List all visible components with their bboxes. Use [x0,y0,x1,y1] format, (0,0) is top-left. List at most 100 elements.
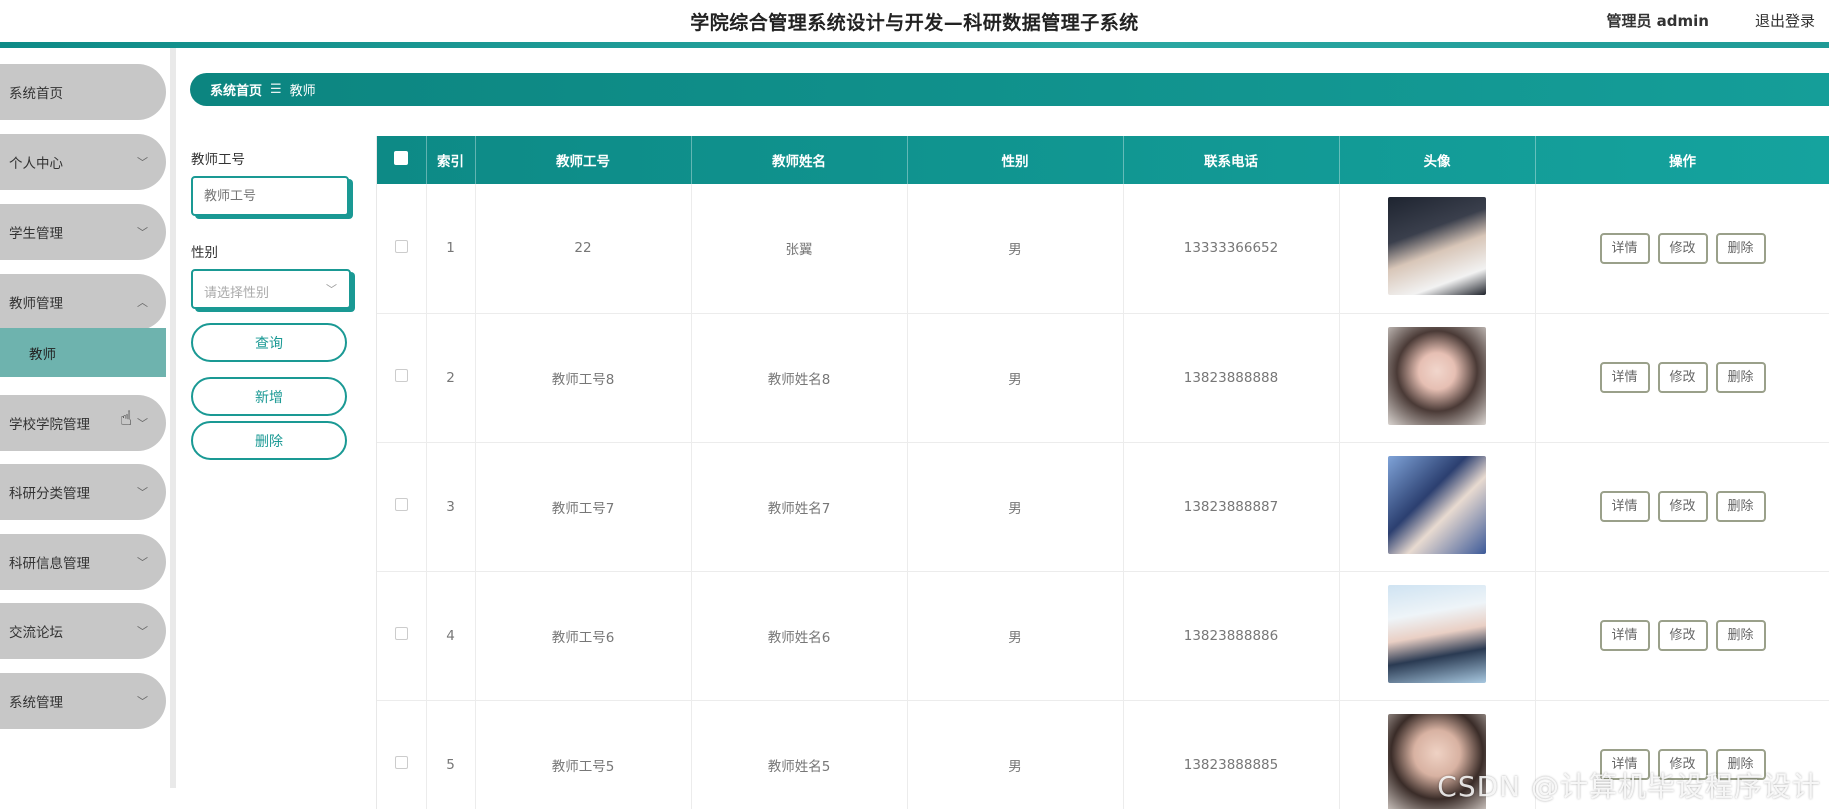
chevron-down-icon: ﹀ [137,695,148,708]
sidebar-subitem-label: 教师 [29,346,56,363]
cell-teacher-id: 教师工号6 [475,571,692,701]
logout-link[interactable]: 退出登录 [1755,10,1815,31]
cell-phone: 13823888887 [1123,442,1340,572]
sidebar-item-research-category[interactable]: 科研分类管理 ﹀ [0,464,166,520]
table-row: 4 教师工号6 教师姓名6 男 13823888886 详情 修改 删除 [377,571,1829,701]
cell-index: 2 [426,313,476,443]
avatar [1388,326,1486,425]
cell-phone: 13823888888 [1123,313,1340,443]
edit-button[interactable]: 修改 [1657,232,1708,264]
add-button[interactable]: 新增 [191,377,347,416]
cell-index: 1 [426,184,476,314]
cell-teacher-name: 教师姓名7 [691,442,908,572]
sidebar-item-label: 教师管理 [9,296,63,312]
sidebar-subitem-teacher[interactable]: 教师 [0,328,166,377]
current-user: 管理员 admin [1606,12,1709,30]
sidebar-item-personal-center[interactable]: 个人中心 ﹀ [0,134,166,190]
cell-teacher-id: 教师工号5 [475,700,692,809]
cell-teacher-name: 教师姓名6 [691,571,908,701]
sidebar-item-teacher-management[interactable]: 教师管理 ︿ [0,274,166,330]
cell-phone: 13333366652 [1123,184,1340,314]
sidebar-item-research-info[interactable]: 科研信息管理 ﹀ [0,534,166,590]
table-row: 3 教师工号7 教师姓名7 男 13823888887 详情 修改 删除 [377,442,1829,572]
cell-gender: 男 [907,313,1124,443]
sidebar-divider [170,48,176,788]
cell-index: 3 [426,442,476,572]
row-checkbox[interactable] [394,627,408,640]
detail-button[interactable]: 详情 [1599,232,1650,264]
breadcrumb-home[interactable]: 系统首页 [210,80,262,99]
menu-icon: ☰ [270,82,282,97]
chevron-down-icon: ﹀ [326,283,337,296]
edit-button[interactable]: 修改 [1657,491,1708,522]
select-all-checkbox[interactable] [394,151,409,165]
teacher-id-label: 教师工号 [191,152,245,168]
avatar [1388,197,1486,296]
cell-gender: 男 [907,571,1124,701]
column-header-gender: 性别 [907,136,1124,184]
header-accent-bar [0,42,1829,48]
cell-index: 5 [426,700,476,809]
detail-button[interactable]: 详情 [1599,620,1650,651]
row-checkbox[interactable] [394,756,408,769]
cell-teacher-id: 教师工号7 [475,442,692,572]
column-header-phone: 联系电话 [1123,136,1340,184]
column-header-avatar: 头像 [1339,136,1536,184]
hand-cursor-icon: ☝ [120,406,133,430]
table-header-row: 索引 教师工号 教师姓名 性别 联系电话 头像 操作 [377,136,1829,184]
cell-teacher-name: 张翼 [691,184,908,314]
edit-button[interactable]: 修改 [1657,362,1708,393]
app-title: 学院综合管理系统设计与开发—科研数据管理子系统 [690,12,1139,34]
breadcrumb: 系统首页 ☰ 教师 [190,73,1829,106]
cell-gender: 男 [907,700,1124,809]
row-checkbox[interactable] [394,498,408,511]
top-header: 学院综合管理系统设计与开发—科研数据管理子系统 管理员 admin 退出登录 [0,0,1829,42]
cell-teacher-name: 教师姓名5 [691,700,908,809]
column-header-actions: 操作 [1535,136,1829,184]
sidebar-item-label: 科研信息管理 [9,556,90,572]
column-header-teacher-id: 教师工号 [475,136,692,184]
chevron-down-icon: ﹀ [137,486,148,499]
delete-button[interactable]: 删除 [1715,491,1766,522]
breadcrumb-current: 教师 [289,84,316,99]
delete-button[interactable]: 删除 [1715,362,1766,393]
cell-teacher-id: 教师工号8 [475,313,692,443]
teacher-id-field-wrap [191,176,349,216]
teacher-table: 索引 教师工号 教师姓名 性别 联系电话 头像 操作 1 22 张翼 男 133… [376,136,1829,809]
chevron-down-icon: ﹀ [137,417,148,430]
sidebar-item-system-management[interactable]: 系统管理 ﹀ [0,673,166,729]
cell-index: 4 [426,571,476,701]
sidebar-item-label: 系统管理 [9,695,63,711]
query-button[interactable]: 查询 [191,323,347,362]
row-checkbox[interactable] [394,239,408,253]
sidebar-item-label: 交流论坛 [9,625,63,641]
sidebar-item-home[interactable]: 系统首页 [0,64,166,120]
table-row: 2 教师工号8 教师姓名8 男 13823888888 详情 修改 删除 [377,313,1829,443]
teacher-id-input[interactable] [193,178,347,214]
gender-label: 性别 [191,245,218,261]
sidebar-item-label: 系统首页 [9,86,63,102]
row-checkbox[interactable] [394,369,408,382]
watermark: CSDN @计算机毕设程序设计 [1437,770,1821,803]
cell-gender: 男 [907,442,1124,572]
sidebar-item-label: 学校学院管理 [9,417,90,433]
select-all-cell [377,136,427,184]
detail-button[interactable]: 详情 [1599,491,1650,522]
detail-button[interactable]: 详情 [1599,362,1650,393]
chevron-down-icon: ﹀ [137,226,148,239]
gender-select[interactable]: 请选择性别 ﹀ [191,269,351,309]
sidebar-item-forum[interactable]: 交流论坛 ﹀ [0,603,166,659]
delete-button[interactable]: 删除 [1715,232,1766,264]
table-row: 1 22 张翼 男 13333366652 详情 修改 删除 [377,184,1829,314]
edit-button[interactable]: 修改 [1657,620,1708,651]
sidebar-item-student-management[interactable]: 学生管理 ﹀ [0,204,166,260]
delete-button[interactable]: 删除 [1715,620,1766,651]
chevron-up-icon: ︿ [137,296,148,309]
cell-teacher-id: 22 [475,184,692,314]
chevron-down-icon: ﹀ [137,556,148,569]
cell-phone: 13823888885 [1123,700,1340,809]
column-header-index: 索引 [426,136,476,184]
sidebar-item-college-management[interactable]: 学校学院管理 ﹀ [0,395,166,451]
avatar [1388,455,1486,554]
batch-delete-button[interactable]: 删除 [191,421,347,460]
